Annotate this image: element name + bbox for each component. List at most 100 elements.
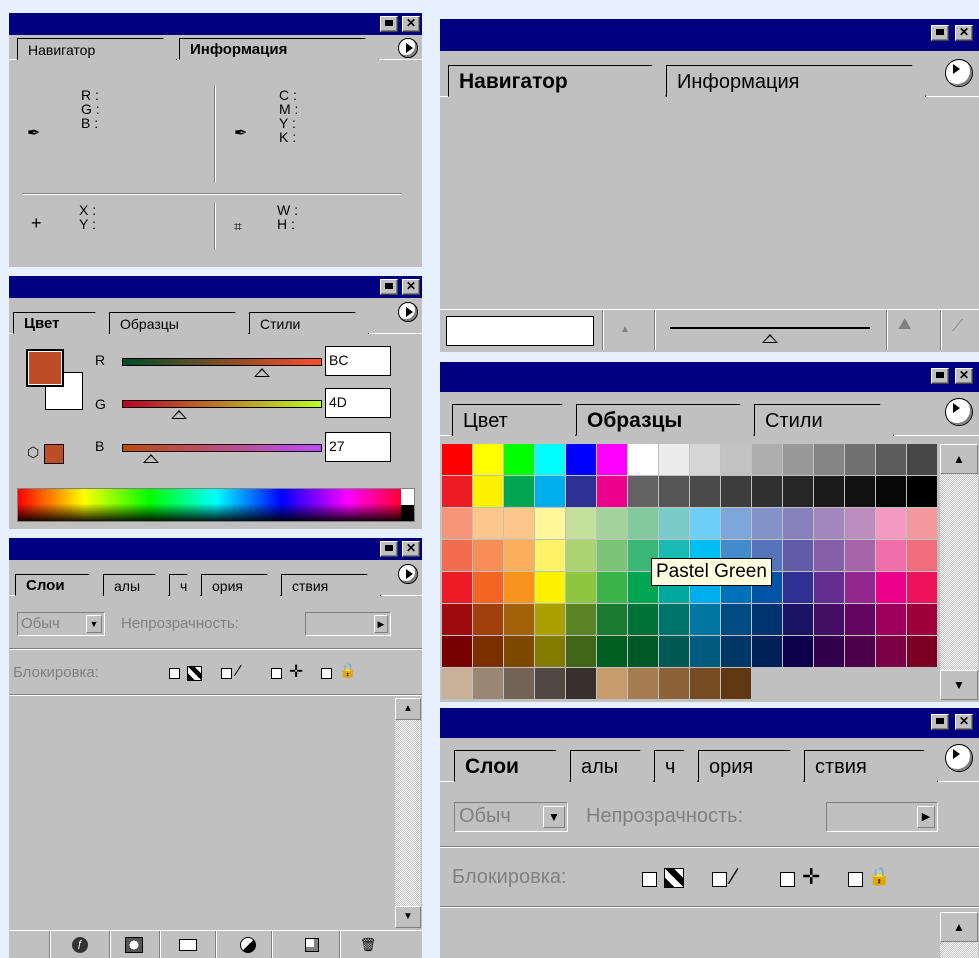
color-swatch[interactable] xyxy=(814,572,844,603)
color-swatch[interactable] xyxy=(783,444,813,475)
minimize-button[interactable] xyxy=(380,541,398,557)
color-swatch[interactable] xyxy=(721,636,751,667)
color-swatch[interactable] xyxy=(814,476,844,507)
color-swatch[interactable] xyxy=(597,636,627,667)
color-swatch[interactable] xyxy=(628,444,658,475)
chevron-down-icon[interactable]: ▼ xyxy=(543,806,565,828)
minimize-button[interactable] xyxy=(380,279,398,295)
color-swatch[interactable] xyxy=(690,636,720,667)
blend-mode-select[interactable]: Обыч ▼ xyxy=(454,802,568,832)
color-swatch[interactable] xyxy=(566,508,596,539)
color-swatch[interactable] xyxy=(845,508,875,539)
lock-all-checkbox[interactable] xyxy=(321,668,332,679)
color-swatch[interactable] xyxy=(535,508,565,539)
foreground-color-swatch[interactable] xyxy=(26,349,64,387)
zoom-in-icon[interactable]: ⛰ xyxy=(898,316,911,334)
tab-info[interactable]: Информация xyxy=(179,38,379,60)
close-button[interactable]: ✕ xyxy=(955,25,973,41)
color-swatch[interactable] xyxy=(690,668,720,699)
tab-swatches[interactable]: Образцы xyxy=(109,312,249,334)
color-swatch[interactable] xyxy=(876,540,906,571)
color-swatch[interactable] xyxy=(814,636,844,667)
color-swatch[interactable] xyxy=(721,444,751,475)
color-swatch[interactable] xyxy=(907,540,937,571)
slider-thumb-b[interactable] xyxy=(143,454,159,463)
scroll-up-button[interactable]: ▲ xyxy=(940,912,978,942)
color-swatch[interactable] xyxy=(442,444,472,475)
color-swatch[interactable] xyxy=(473,604,503,635)
tab-paths[interactable]: ч xyxy=(654,750,698,782)
tab-history[interactable]: ория xyxy=(201,574,281,596)
color-swatch[interactable] xyxy=(473,636,503,667)
color-swatch[interactable] xyxy=(597,508,627,539)
folder-icon[interactable] xyxy=(171,934,205,956)
color-swatch[interactable] xyxy=(442,572,472,603)
color-swatch[interactable] xyxy=(659,508,689,539)
scrollbar[interactable]: ▲ ▼ xyxy=(395,698,421,928)
lock-image-checkbox[interactable] xyxy=(221,668,232,679)
color-swatch[interactable] xyxy=(628,668,658,699)
panel-menu-button[interactable] xyxy=(945,59,973,87)
color-swatch[interactable] xyxy=(814,444,844,475)
layers-panel-titlebar[interactable]: ✕ xyxy=(440,708,979,738)
color-swatch[interactable] xyxy=(504,604,534,635)
color-swatch[interactable] xyxy=(504,572,534,603)
minimize-button[interactable] xyxy=(931,714,949,730)
color-swatch[interactable] xyxy=(690,444,720,475)
scroll-up-button[interactable]: ▲ xyxy=(395,698,421,720)
value-field-g[interactable]: 4D xyxy=(325,388,391,418)
swatches-panel-titlebar[interactable]: ✕ xyxy=(440,362,979,392)
color-swatch[interactable] xyxy=(876,604,906,635)
web-safe-color-swatch[interactable] xyxy=(44,444,64,464)
color-swatch[interactable] xyxy=(907,508,937,539)
lock-all-checkbox[interactable] xyxy=(848,872,863,887)
color-swatch[interactable] xyxy=(845,636,875,667)
new-layer-icon[interactable] xyxy=(295,934,329,956)
color-swatch[interactable] xyxy=(659,444,689,475)
adjustment-icon[interactable] xyxy=(231,934,265,956)
color-swatch[interactable] xyxy=(876,476,906,507)
color-swatch[interactable] xyxy=(597,444,627,475)
color-swatch[interactable] xyxy=(659,604,689,635)
tab-actions[interactable]: ствия xyxy=(281,574,381,596)
panel-menu-button[interactable] xyxy=(945,744,973,772)
color-swatch[interactable] xyxy=(566,604,596,635)
color-swatch[interactable] xyxy=(535,668,565,699)
color-swatch[interactable] xyxy=(442,668,472,699)
color-swatch[interactable] xyxy=(442,476,472,507)
color-swatch[interactable] xyxy=(473,508,503,539)
color-swatch[interactable] xyxy=(907,476,937,507)
lock-transparency-checkbox[interactable] xyxy=(169,668,180,679)
slider-r[interactable] xyxy=(122,358,322,366)
navigator-preview[interactable] xyxy=(440,99,979,307)
color-swatch[interactable] xyxy=(504,508,534,539)
color-swatch[interactable] xyxy=(504,444,534,475)
lock-position-checkbox[interactable] xyxy=(271,668,282,679)
color-swatch[interactable] xyxy=(845,572,875,603)
color-swatch[interactable] xyxy=(876,572,906,603)
color-swatch[interactable] xyxy=(442,508,472,539)
panel-menu-button[interactable] xyxy=(398,38,418,58)
color-swatch[interactable] xyxy=(535,476,565,507)
zoom-slider-track[interactable] xyxy=(670,327,870,329)
color-swatch[interactable] xyxy=(566,572,596,603)
layer-style-icon[interactable]: ƒ xyxy=(63,934,97,956)
color-swatch[interactable] xyxy=(628,604,658,635)
zoom-field[interactable] xyxy=(446,316,594,346)
color-swatch[interactable] xyxy=(845,604,875,635)
navigator-panel-titlebar[interactable]: ✕ xyxy=(440,19,979,51)
panel-menu-button[interactable] xyxy=(945,398,973,426)
lock-transparency-checkbox[interactable] xyxy=(642,872,657,887)
panel-menu-button[interactable] xyxy=(398,302,418,322)
color-swatch[interactable] xyxy=(628,508,658,539)
color-swatch[interactable] xyxy=(876,444,906,475)
blend-mode-select[interactable]: Обыч ▼ xyxy=(17,612,105,636)
color-swatch[interactable] xyxy=(783,604,813,635)
color-swatch[interactable] xyxy=(721,604,751,635)
color-swatch[interactable] xyxy=(907,444,937,475)
color-swatch[interactable] xyxy=(721,668,751,699)
close-button[interactable]: ✕ xyxy=(955,368,973,384)
tab-layers[interactable]: Слои xyxy=(454,750,570,782)
tab-channels[interactable]: алы xyxy=(570,750,654,782)
color-swatch[interactable] xyxy=(721,508,751,539)
